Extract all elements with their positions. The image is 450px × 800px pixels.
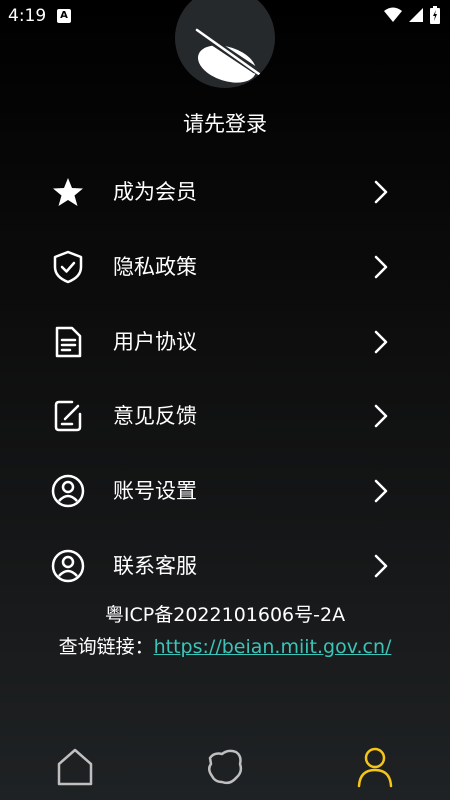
menu-label: 用户协议 xyxy=(113,330,197,354)
star-icon xyxy=(53,178,83,206)
chevron-right-icon xyxy=(374,479,388,503)
status-time: 4:19 xyxy=(8,6,47,26)
chevron-right-icon xyxy=(374,180,388,204)
chevron-right-icon xyxy=(374,554,388,578)
nav-profile[interactable] xyxy=(350,742,400,792)
wifi-icon xyxy=(384,7,402,22)
chevron-right-icon xyxy=(374,255,388,279)
menu-label: 成为会员 xyxy=(113,180,197,204)
menu-label: 意见反馈 xyxy=(113,404,197,428)
person-icon xyxy=(357,747,393,788)
status-icons xyxy=(384,6,440,24)
menu-item-account-settings[interactable]: 账号设置 xyxy=(0,461,450,521)
menu-label: 隐私政策 xyxy=(113,255,197,279)
nav-discover[interactable] xyxy=(200,742,250,792)
edit-note-icon xyxy=(54,400,82,432)
shield-check-icon xyxy=(53,250,83,284)
menu-label: 账号设置 xyxy=(113,479,197,503)
chevron-right-icon xyxy=(374,330,388,354)
menu-item-membership[interactable]: 成为会员 xyxy=(0,162,450,222)
battery-icon xyxy=(430,6,440,24)
document-icon xyxy=(55,326,82,358)
user-circle-icon xyxy=(51,474,85,508)
signal-icon xyxy=(409,8,423,22)
menu-item-user-agreement[interactable]: 用户协议 xyxy=(0,312,450,372)
menu-item-customer-service[interactable]: 联系客服 xyxy=(0,536,450,596)
menu-label: 联系客服 xyxy=(113,554,197,578)
chevron-right-icon xyxy=(374,404,388,428)
map-icon xyxy=(208,749,243,785)
query-prefix: 查询链接： xyxy=(58,636,154,658)
avatar[interactable] xyxy=(175,0,275,88)
app-logo-icon xyxy=(195,28,261,83)
query-link[interactable]: https://beian.miit.gov.cn/ xyxy=(154,636,392,658)
menu-item-feedback[interactable]: 意见反馈 xyxy=(0,386,450,446)
nav-home[interactable] xyxy=(50,742,100,792)
login-prompt[interactable]: 请先登录 xyxy=(0,108,450,138)
bottom-nav xyxy=(0,730,450,800)
home-icon xyxy=(57,748,93,786)
icp-record-text: 粤ICP备2022101606号-2A xyxy=(104,604,346,626)
query-line: 查询链接：https://beian.miit.gov.cn/ xyxy=(0,632,450,659)
user-circle-icon xyxy=(51,549,85,583)
menu-item-privacy[interactable]: 隐私政策 xyxy=(0,237,450,297)
notification-a-icon: A xyxy=(57,9,71,23)
